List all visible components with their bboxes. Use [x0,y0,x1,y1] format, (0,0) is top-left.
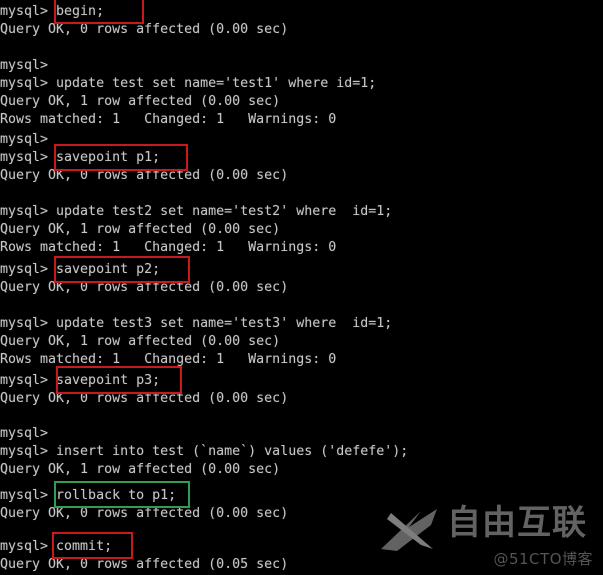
terminal-line: mysql> savepoint p3; [0,373,161,388]
terminal-line: Query OK, 1 row affected (0.00 sec) [0,94,281,109]
terminal-line: mysql> commit; [0,539,113,554]
terminal-line: mysql> [0,132,49,147]
terminal-line: mysql> [0,426,49,441]
terminal-line: mysql> update test2 set name='test2' whe… [0,204,393,219]
brand-x-logo-icon [381,509,437,551]
terminal-line: mysql> begin; [0,4,105,19]
terminal-line: Query OK, 1 row affected (0.00 sec) [0,462,281,477]
terminal-line: Query OK, 0 rows affected (0.00 sec) [0,391,289,406]
terminal-line: mysql> insert into test (`name`) values … [0,444,409,459]
terminal-line: mysql> savepoint p2; [0,262,161,277]
terminal-line: mysql> rollback to p1; [0,488,177,503]
watermark-attribution: @51CTO博客 [493,550,593,568]
terminal-line: Rows matched: 1 Changed: 1 Warnings: 0 [0,352,337,367]
terminal-line: mysql> update test3 set name='test3' whe… [0,316,393,331]
terminal-line: Query OK, 0 rows affected (0.00 sec) [0,280,289,295]
terminal-line: Query OK, 0 rows affected (0.00 sec) [0,506,289,521]
watermark: 自由互联 @51CTO博客 [375,503,597,571]
terminal-line: mysql> savepoint p1; [0,150,161,165]
terminal-line: Query OK, 0 rows affected (0.00 sec) [0,22,289,37]
terminal-line: Rows matched: 1 Changed: 1 Warnings: 0 [0,240,337,255]
terminal-line: Query OK, 0 rows affected (0.00 sec) [0,168,289,183]
terminal-line: Query OK, 1 row affected (0.00 sec) [0,222,281,237]
terminal-line: mysql> update test set name='test1' wher… [0,76,377,91]
terminal-line: Query OK, 0 rows affected (0.05 sec) [0,557,289,572]
terminal-line: Rows matched: 1 Changed: 1 Warnings: 0 [0,112,337,127]
terminal-line: mysql> [0,58,49,73]
brand-name-cn: 自由互联 [447,503,587,543]
terminal-window: mysql> begin; Query OK, 0 rows affected (… [0,0,603,575]
terminal-line: Query OK, 1 row affected (0.00 sec) [0,334,281,349]
